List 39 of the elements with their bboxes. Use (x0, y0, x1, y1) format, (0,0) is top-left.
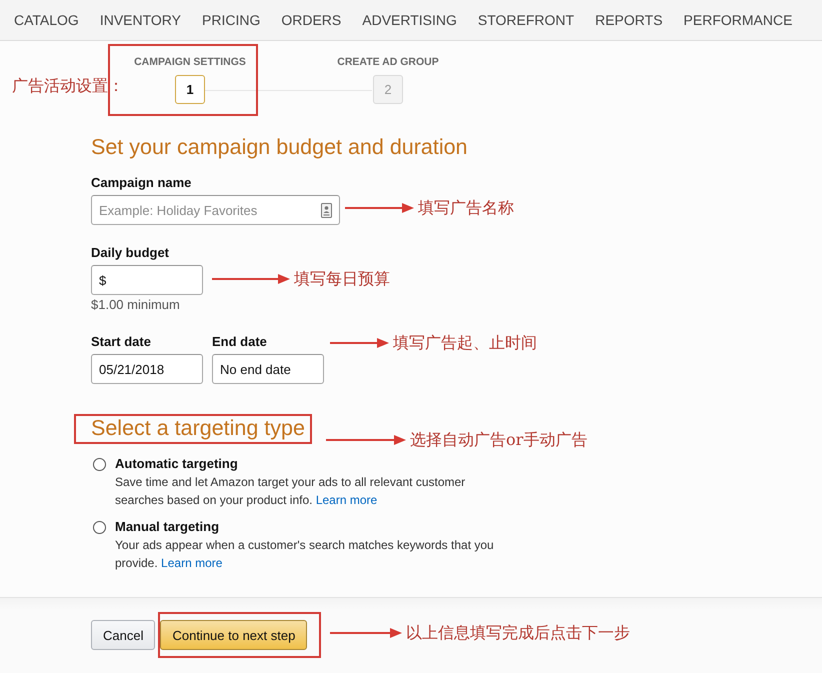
nav-menu-item[interactable]: INVENTORY (100, 12, 181, 28)
learn-more-link[interactable]: Learn more (161, 556, 222, 570)
annotation-note: 选择自动广告or手动广告 (410, 430, 588, 450)
option-title: Manual targeting (115, 520, 220, 534)
continue-button[interactable]: Continue to next step (160, 620, 308, 650)
field-hint: $1.00 minimum (91, 298, 180, 312)
radio-button[interactable] (93, 458, 106, 471)
annotation-note: 以上信息填写完成后点击下一步 (406, 623, 630, 643)
annotation-note: 填写每日预算 (294, 269, 390, 289)
section-heading: Select a targeting type (91, 416, 305, 440)
annotation-note: 填写广告名称 (418, 198, 514, 218)
step-number[interactable]: 1 (175, 75, 205, 104)
field-label: End date (212, 335, 268, 349)
nav-menu-item[interactable]: REPORTS (595, 12, 663, 28)
cancel-button[interactable]: Cancel (91, 620, 156, 650)
option-title: Automatic targeting (115, 457, 239, 471)
field-label: Start date (91, 335, 152, 349)
step-label: CREATE AD GROUP (337, 56, 439, 68)
nav-menu-item[interactable]: ADVERTISING (362, 12, 457, 28)
option-description: Your ads appear when a customer's search matches keywords that you provide. Learn more (115, 537, 495, 572)
annotation-note: 广告活动设置： (12, 76, 124, 96)
section-heading: Set your campaign budget and duration (91, 135, 468, 159)
option-description: Save time and let Amazon target your ads to all relevant customer searches based on your product info. Learn more (115, 474, 466, 509)
contact-card-icon[interactable] (321, 203, 332, 218)
start-date-field[interactable]: 05/21/2018 (91, 354, 203, 384)
end-date-field[interactable]: No end date (212, 354, 324, 384)
campaign-name-field[interactable]: Example: Holiday Favorites (91, 195, 340, 225)
learn-more-link[interactable]: Learn more (316, 493, 378, 507)
radio-button[interactable] (93, 521, 106, 534)
field-label: Daily budget (91, 246, 170, 260)
step-label: CAMPAIGN SETTINGS (134, 56, 246, 68)
nav-menu-item[interactable]: ORDERS (281, 12, 342, 28)
nav-menu-item[interactable]: PERFORMANCE (684, 12, 792, 28)
field-label: Campaign name (91, 176, 192, 190)
annotation-note: 填写广告起、止时间 (393, 333, 537, 353)
nav-menu-item[interactable]: CATALOG (14, 12, 79, 28)
nav-menu-item[interactable]: PRICING (202, 12, 260, 28)
nav-menu-item[interactable]: STOREFRONT (478, 12, 574, 28)
daily-budget-field[interactable]: $ (91, 265, 203, 295)
